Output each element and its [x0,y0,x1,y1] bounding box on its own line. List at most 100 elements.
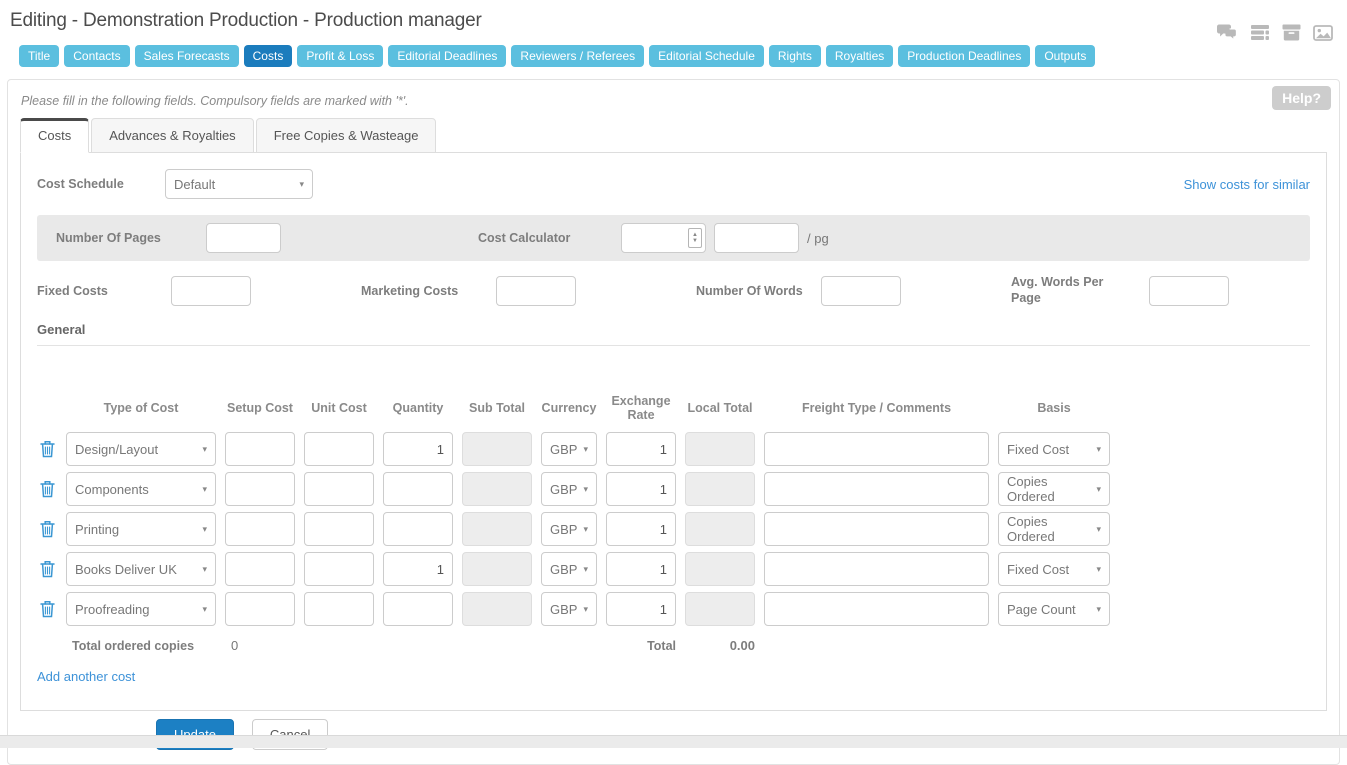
number-spinner-icon[interactable]: ▲▼ [688,228,702,248]
freight-comments-input[interactable] [764,592,989,626]
delete-row-icon[interactable] [37,480,57,498]
subtab-free-copies-wasteage[interactable]: Free Copies & Wasteage [256,118,437,153]
help-button[interactable]: Help? [1272,86,1331,110]
cost-schedule-label: Cost Schedule [37,177,165,191]
quantity-input[interactable] [383,592,453,626]
tab-profit-loss[interactable]: Profit & Loss [297,45,383,67]
tab-editorial-deadlines[interactable]: Editorial Deadlines [388,45,506,67]
header-currency: Currency [541,401,597,415]
fixed-costs-label: Fixed Costs [37,284,171,298]
basis-select[interactable]: Fixed Cost▾ [998,552,1110,586]
exchange-rate-input[interactable] [606,592,676,626]
tab-costs[interactable]: Costs [244,45,293,67]
avg-words-per-page-input[interactable] [1149,276,1229,306]
header-basis: Basis [998,401,1110,415]
tab-reviewers-referees[interactable]: Reviewers / Referees [511,45,644,67]
setup-cost-input[interactable] [225,592,295,626]
tab-editorial-schedule[interactable]: Editorial Schedule [649,45,764,67]
currency-select[interactable]: GBP▾ [541,472,597,506]
marketing-costs-label: Marketing Costs [361,284,496,298]
tab-sales-forecasts[interactable]: Sales Forecasts [135,45,239,67]
header-quantity: Quantity [383,401,453,415]
subtab-advances-royalties[interactable]: Advances & Royalties [91,118,253,153]
exchange-rate-input[interactable] [606,432,676,466]
currency-select[interactable]: GBP▾ [541,552,597,586]
freight-comments-input[interactable] [764,432,989,466]
quantity-input[interactable] [383,432,453,466]
freight-comments-input[interactable] [764,552,989,586]
exchange-rate-input[interactable] [606,512,676,546]
chevron-down-icon: ▾ [299,179,304,190]
freight-comments-input[interactable] [764,472,989,506]
delete-row-icon[interactable] [37,440,57,458]
setup-cost-input[interactable] [225,472,295,506]
quantity-input[interactable] [383,552,453,586]
marketing-costs-input[interactable] [496,276,576,306]
quantity-input[interactable] [383,512,453,546]
show-costs-for-similar-link[interactable]: Show costs for similar [1184,177,1310,192]
type-of-cost-select[interactable]: Proofreading▾ [66,592,216,626]
type-of-cost-value: Components [75,482,149,497]
type-of-cost-select[interactable]: Design/Layout▾ [66,432,216,466]
setup-cost-input[interactable] [225,552,295,586]
number-of-words-input[interactable] [821,276,901,306]
basis-select[interactable]: Fixed Cost▾ [998,432,1110,466]
setup-cost-input[interactable] [225,432,295,466]
delete-row-icon[interactable] [37,520,57,538]
currency-value: GBP [550,522,577,537]
cost-per-page-input[interactable] [714,223,799,253]
setup-cost-input[interactable] [225,512,295,546]
number-of-pages-input[interactable] [206,223,281,253]
unit-cost-input[interactable] [304,592,374,626]
basis-select[interactable]: Copies Ordered▾ [998,472,1110,506]
exchange-rate-input[interactable] [606,552,676,586]
unit-cost-input[interactable] [304,512,374,546]
cost-schedule-select[interactable]: Default ▾ [165,169,313,199]
server-list-icon[interactable] [1250,24,1270,41]
tab-royalties[interactable]: Royalties [826,45,893,67]
type-of-cost-select[interactable]: Printing▾ [66,512,216,546]
basis-value: Fixed Cost [1007,442,1069,457]
basis-select[interactable]: Page Count▾ [998,592,1110,626]
unit-cost-input[interactable] [304,432,374,466]
subtab-costs[interactable]: Costs [20,118,89,153]
cost-row: Proofreading▾ GBP▾ Page Count▾ [37,592,1310,626]
main-tab-bar: Title Contacts Sales Forecasts Costs Pro… [19,45,1337,67]
tab-contacts[interactable]: Contacts [64,45,129,67]
fixed-costs-input[interactable] [171,276,251,306]
total-ordered-copies-value: 0 [225,638,295,653]
basis-select[interactable]: Copies Ordered▾ [998,512,1110,546]
unit-cost-input[interactable] [304,552,374,586]
type-of-cost-select[interactable]: Books Deliver UK▾ [66,552,216,586]
sub-total-input [462,512,532,546]
delete-row-icon[interactable] [37,560,57,578]
delete-row-icon[interactable] [37,600,57,618]
currency-value: GBP [550,562,577,577]
costs-tab-panel: Cost Schedule Default ▾ Show costs for s… [20,152,1327,711]
form-container: Help? Please fill in the following field… [7,79,1340,765]
currency-select[interactable]: GBP▾ [541,512,597,546]
tab-production-deadlines[interactable]: Production Deadlines [898,45,1030,67]
cost-row: Books Deliver UK▾ GBP▾ Fixed Cost▾ [37,552,1310,586]
type-of-cost-select[interactable]: Components▾ [66,472,216,506]
general-section-heading: General [37,322,1310,346]
tab-outputs[interactable]: Outputs [1035,45,1095,67]
tab-rights[interactable]: Rights [769,45,821,67]
currency-select[interactable]: GBP▾ [541,432,597,466]
sub-total-input [462,592,532,626]
unit-cost-input[interactable] [304,472,374,506]
quantity-input[interactable] [383,472,453,506]
local-total-input [685,512,755,546]
basis-value: Copies Ordered [1007,474,1092,504]
chevron-down-icon: ▾ [1096,524,1101,535]
comments-icon[interactable] [1216,24,1238,41]
image-icon[interactable] [1313,25,1333,41]
exchange-rate-input[interactable] [606,472,676,506]
horizontal-scrollbar[interactable] [0,735,1347,748]
currency-select[interactable]: GBP▾ [541,592,597,626]
add-another-cost-link[interactable]: Add another cost [37,669,135,684]
tab-title[interactable]: Title [19,45,59,67]
freight-comments-input[interactable] [764,512,989,546]
sub-total-input [462,552,532,586]
archive-box-icon[interactable] [1282,24,1301,41]
